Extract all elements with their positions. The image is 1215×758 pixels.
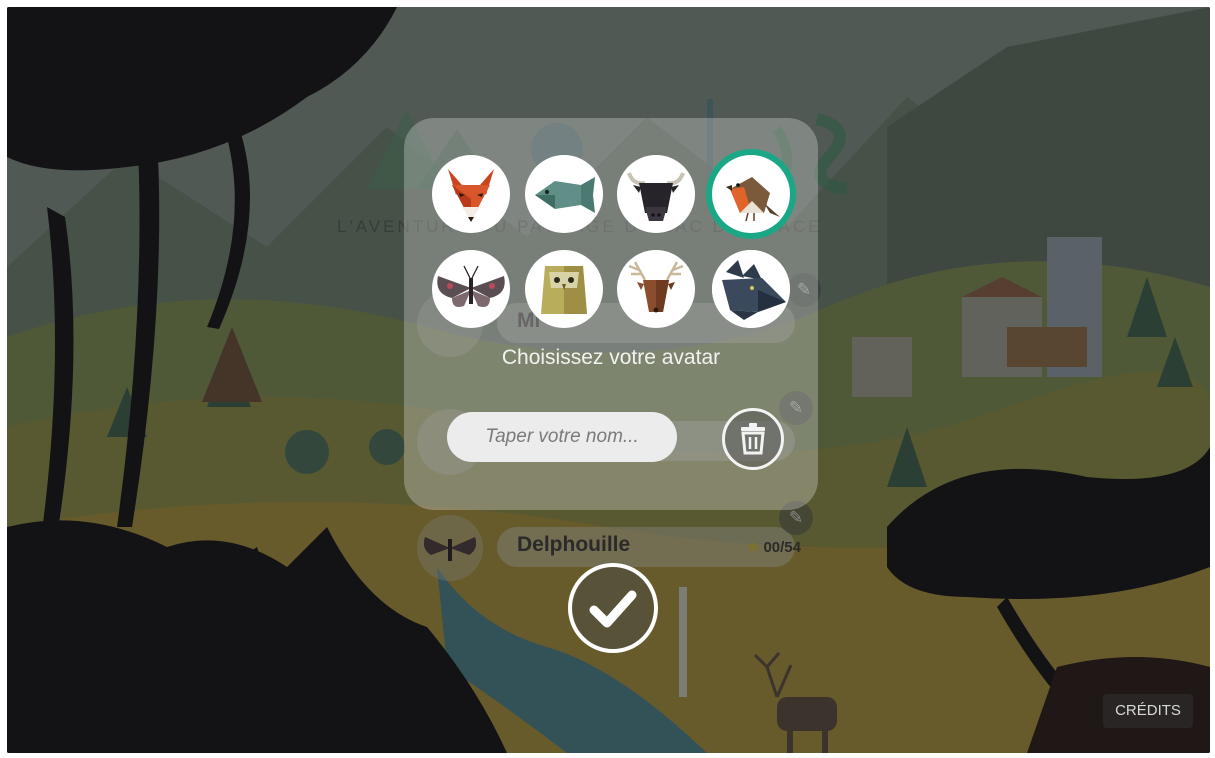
avatar-option-butterfly[interactable] [432,250,510,328]
avatar-option-wolf[interactable] [712,250,790,328]
fox-icon [448,169,494,222]
avatar-option-owl[interactable] [525,250,603,328]
credits-button[interactable]: CRÉDITS [1103,694,1193,728]
avatar-modal: Choisissez votre avatar [404,118,818,510]
avatar-option-fish[interactable] [525,155,603,233]
avatar-option-robin[interactable] [712,155,790,233]
owl-icon [541,266,587,314]
fish-icon [535,177,595,213]
trash-icon [741,423,765,455]
butterfly-icon [437,265,505,307]
robin-icon [726,177,780,222]
delete-button[interactable] [722,408,784,470]
avatar-option-bull[interactable] [617,155,695,233]
checkmark-icon [589,590,637,628]
avatar-option-fox[interactable] [432,155,510,233]
bull-icon [627,172,685,221]
avatar-option-deer[interactable] [617,250,695,328]
deer-icon [628,261,684,313]
name-input[interactable] [447,412,677,462]
wolf-icon [712,250,790,328]
avatar-caption: Choisissez votre avatar [501,346,721,369]
confirm-button[interactable] [568,563,658,653]
